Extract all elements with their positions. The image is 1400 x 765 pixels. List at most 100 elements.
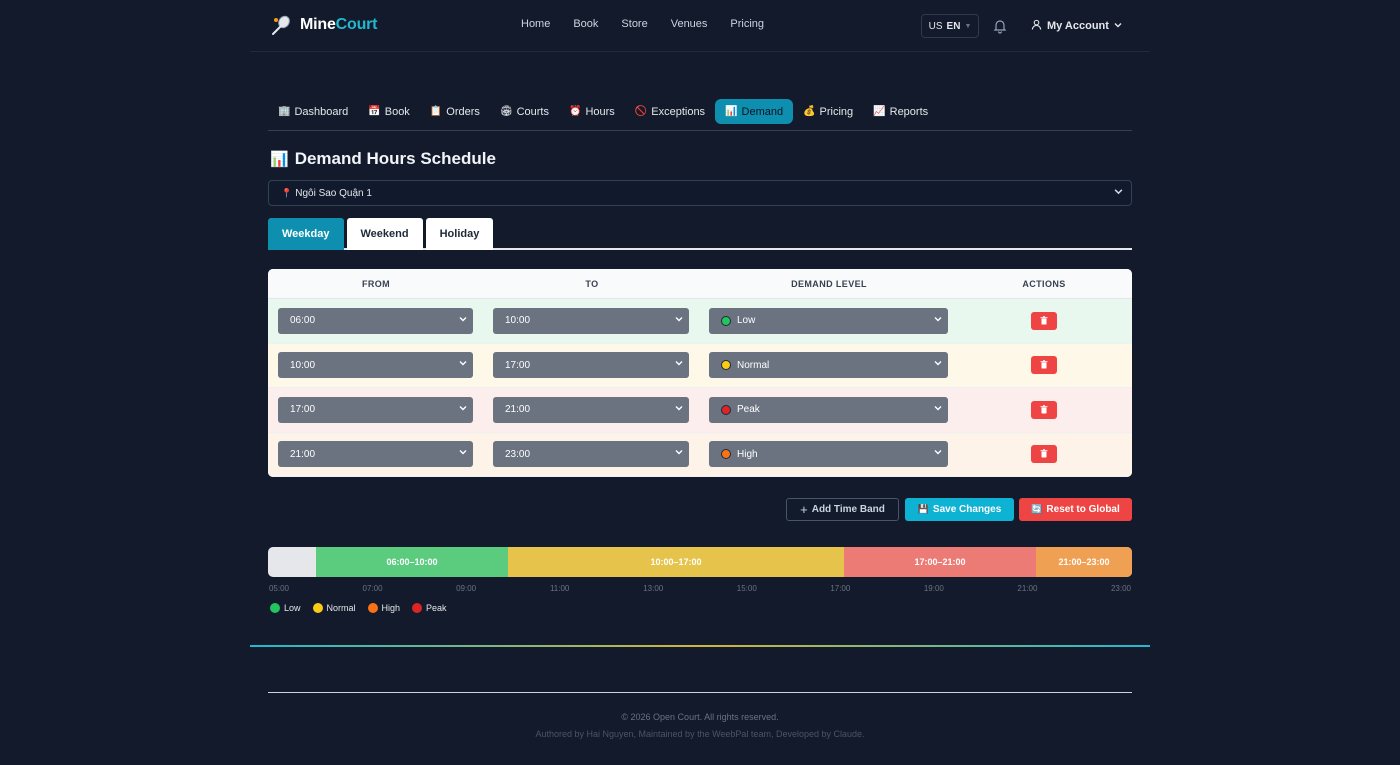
to-time-select[interactable]: 21:00 bbox=[493, 396, 689, 423]
delete-row-button[interactable] bbox=[1031, 400, 1057, 419]
from-time-select[interactable]: 21:00 bbox=[278, 441, 473, 468]
page-title-text: Demand Hours Schedule bbox=[294, 149, 496, 168]
to-time-value: 21:00 bbox=[505, 404, 531, 416]
tab-reports[interactable]: 📈 Reports bbox=[863, 99, 938, 124]
trash-icon bbox=[1040, 401, 1048, 419]
tab-label: Pricing bbox=[819, 105, 854, 118]
tab-icon: 📅 bbox=[368, 106, 381, 117]
to-time-value: 17:00 bbox=[505, 359, 531, 371]
tab-exceptions[interactable]: 🚫 Exceptions bbox=[625, 99, 715, 124]
tab-label: Reports bbox=[889, 105, 929, 118]
demand-level-select[interactable]: Normal bbox=[709, 352, 948, 379]
legend-label: Peak bbox=[426, 603, 447, 613]
venue-selected-value: Ngôi Sao Quận 1 bbox=[295, 187, 372, 199]
pin-icon: 📍 bbox=[281, 187, 293, 198]
level-color-dot bbox=[721, 449, 731, 460]
table-header: FROM TO DEMAND LEVEL ACTIONS bbox=[268, 269, 1132, 299]
from-time-value: 10:00 bbox=[290, 359, 316, 371]
save-changes-label: Save Changes bbox=[932, 504, 1002, 515]
timeline-tick-label: 11:00 bbox=[549, 584, 570, 593]
tab-label: Exceptions bbox=[651, 105, 706, 118]
to-time-value: 10:00 bbox=[505, 315, 531, 327]
demand-level-select[interactable]: Low bbox=[709, 307, 948, 334]
user-icon bbox=[1031, 19, 1042, 33]
tab-orders[interactable]: 📋 Orders bbox=[420, 99, 490, 124]
tab-icon: 🏢 bbox=[278, 106, 291, 117]
chevron-down-icon bbox=[934, 359, 942, 369]
chevron-down-icon bbox=[1114, 20, 1122, 32]
page-title: 📊 Demand Hours Schedule bbox=[270, 149, 496, 169]
top-navbar: MineCourt Home Book Store Venues Pricing… bbox=[250, 0, 1150, 52]
tab-icon: ⏰ bbox=[569, 106, 582, 117]
tab-icon: 💰 bbox=[803, 106, 816, 117]
nav-link-home[interactable]: Home bbox=[521, 18, 550, 30]
trash-icon bbox=[1040, 356, 1048, 374]
nav-link-venues[interactable]: Venues bbox=[671, 18, 708, 30]
timeline-tick-label: 19:00 bbox=[923, 584, 944, 593]
chevron-down-icon bbox=[459, 315, 467, 325]
venue-select[interactable]: 📍 Ngôi Sao Quận 1 bbox=[268, 180, 1132, 206]
footer-divider bbox=[268, 692, 1132, 693]
legend-color-dot bbox=[367, 603, 378, 613]
from-time-select[interactable]: 10:00 bbox=[278, 352, 473, 379]
tab-icon: 📋 bbox=[429, 106, 443, 117]
chevron-down-icon bbox=[675, 315, 683, 325]
tab-icon: 🚫 bbox=[634, 106, 648, 117]
nav-link-store[interactable]: Store bbox=[621, 18, 647, 30]
table-row: 10:00 17:00 Normal bbox=[268, 343, 1132, 388]
from-time-select[interactable]: 17:00 bbox=[278, 396, 473, 423]
tab-weekday[interactable]: Weekday bbox=[268, 218, 344, 250]
chevron-down-icon bbox=[934, 315, 942, 325]
tab-dashboard[interactable]: 🏢 Dashboard bbox=[268, 99, 358, 124]
tab-hours[interactable]: ⏰ Hours bbox=[559, 99, 625, 124]
demand-legend: Low Normal High Peak bbox=[270, 603, 447, 613]
reset-to-global-button[interactable]: 🔄 Reset to Global bbox=[1019, 498, 1132, 521]
logo[interactable]: MineCourt bbox=[270, 14, 378, 36]
from-time-value: 17:00 bbox=[290, 404, 316, 416]
legend-label: Low bbox=[284, 603, 301, 613]
demand-level-select[interactable]: Peak bbox=[709, 396, 948, 423]
table-body: 06:00 10:00 Low 10:00 17:00 Normal 17:00 21:00 P… bbox=[268, 299, 1132, 477]
timeline-tick-label: 09:00 bbox=[456, 584, 477, 593]
tab-courts[interactable]: 🏟 Courts bbox=[490, 99, 559, 124]
to-time-select[interactable]: 23:00 bbox=[493, 441, 689, 468]
delete-row-button[interactable] bbox=[1031, 445, 1057, 464]
timeline-segment: 06:00–10:00 bbox=[316, 547, 508, 577]
demand-level-value: Low bbox=[737, 315, 756, 327]
badminton-racket-icon bbox=[270, 14, 292, 36]
table-row: 06:00 10:00 Low bbox=[268, 299, 1132, 344]
tab-demand[interactable]: 📊 Demand bbox=[715, 99, 794, 124]
account-menu[interactable]: My Account bbox=[1031, 19, 1122, 33]
demand-level-value: High bbox=[737, 448, 758, 460]
tab-label: Book bbox=[384, 105, 410, 118]
nav-link-book[interactable]: Book bbox=[573, 18, 598, 30]
demand-level-select[interactable]: High bbox=[709, 441, 948, 468]
tab-weekend[interactable]: Weekend bbox=[346, 218, 423, 250]
legend-item-low: Low bbox=[270, 603, 301, 613]
add-time-band-button[interactable]: + Add Time Band bbox=[786, 498, 899, 521]
tab-label: Courts bbox=[516, 105, 549, 118]
table-row: 17:00 21:00 Peak bbox=[268, 388, 1132, 433]
language-selector[interactable]: US EN ▼ bbox=[921, 14, 979, 38]
bell-icon[interactable] bbox=[992, 18, 1008, 34]
to-time-select[interactable]: 10:00 bbox=[493, 307, 689, 334]
tab-label: Dashboard bbox=[294, 105, 349, 118]
nav-link-pricing[interactable]: Pricing bbox=[730, 18, 764, 30]
column-header-actions: ACTIONS bbox=[1022, 278, 1066, 289]
delete-row-button[interactable] bbox=[1031, 311, 1057, 330]
from-time-value: 21:00 bbox=[290, 448, 316, 460]
tab-pricing[interactable]: 💰 Pricing bbox=[793, 99, 863, 124]
footer-copyright: © 2026 Open Court. All rights reserved. bbox=[621, 712, 779, 722]
tab-holiday[interactable]: Holiday bbox=[425, 218, 494, 250]
from-time-select[interactable]: 06:00 bbox=[278, 307, 473, 334]
save-changes-button[interactable]: 💾 Save Changes bbox=[905, 498, 1014, 521]
tab-book[interactable]: 📅 Book bbox=[358, 99, 420, 124]
legend-color-dot bbox=[270, 603, 280, 613]
chevron-down-icon bbox=[934, 404, 942, 414]
chevron-down-icon bbox=[675, 404, 683, 414]
to-time-select[interactable]: 17:00 bbox=[493, 352, 689, 379]
delete-row-button[interactable] bbox=[1031, 356, 1057, 375]
table-row: 21:00 23:00 High bbox=[268, 432, 1132, 477]
chart-icon: 📊 bbox=[270, 151, 289, 168]
to-time-value: 23:00 bbox=[505, 448, 531, 460]
